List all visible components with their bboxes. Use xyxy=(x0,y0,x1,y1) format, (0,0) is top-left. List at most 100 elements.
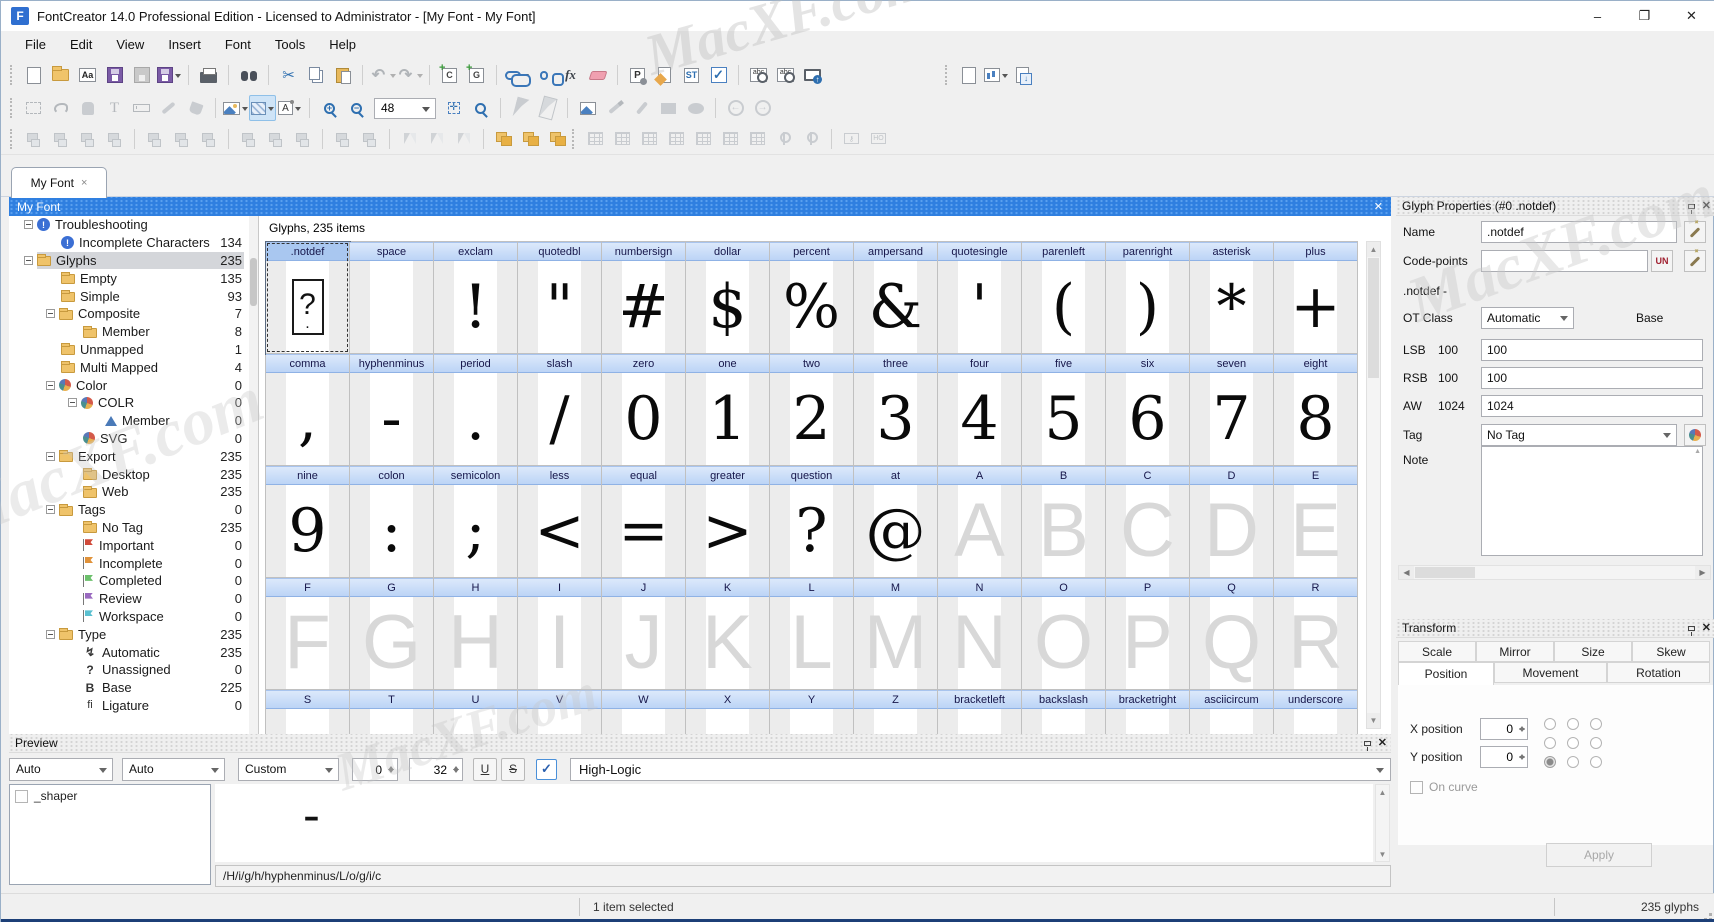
sidebar-item-automatic[interactable]: ↯Automatic235 xyxy=(9,643,258,661)
zoom-level-combo[interactable]: 48 xyxy=(374,98,436,119)
transform-tab-size[interactable]: Size xyxy=(1554,641,1632,662)
sidebar-item-ligature[interactable]: fiLigature0 xyxy=(9,697,258,715)
open-font-icon[interactable] xyxy=(47,62,74,88)
glyph-cell-six[interactable]: six6 xyxy=(1106,354,1190,466)
expander-icon[interactable] xyxy=(46,505,55,514)
codepoints-field[interactable] xyxy=(1481,250,1648,272)
sidebar-item-completed[interactable]: Completed0 xyxy=(9,572,258,590)
anchor-radio-2-2[interactable] xyxy=(1590,756,1602,768)
expander-icon[interactable] xyxy=(46,309,55,318)
contour-mode-icon[interactable] xyxy=(249,95,276,121)
glyph-cell-at[interactable]: at@ xyxy=(854,466,938,578)
save-as-icon[interactable] xyxy=(155,62,182,88)
transform-tab-rotation[interactable]: Rotation xyxy=(1607,662,1710,683)
glyph-cell-J[interactable]: JJ xyxy=(602,578,686,690)
glyph-cell-hyphenminus[interactable]: hyphenminus- xyxy=(350,354,434,466)
glyph-grid-scrollbar[interactable]: ▲ ▼ xyxy=(1366,241,1381,729)
tab-my-font[interactable]: My Font × xyxy=(11,167,107,198)
preview-tracking-spinner[interactable]: 0 xyxy=(352,758,398,781)
glyph-cell-seven[interactable]: seven7 xyxy=(1190,354,1274,466)
substitute-icon[interactable]: ST xyxy=(678,62,705,88)
cut-icon[interactable]: ✂ xyxy=(275,62,302,88)
sidebar-item-tags[interactable]: Tags0 xyxy=(9,501,258,519)
maximize-button[interactable]: ❐ xyxy=(1621,1,1668,31)
intersect-icon[interactable] xyxy=(517,126,544,152)
tag-select[interactable]: No Tag xyxy=(1481,424,1677,446)
glyph-cell-V[interactable]: V xyxy=(518,690,602,734)
add-character-icon[interactable]: C xyxy=(436,62,463,88)
strikeout-button[interactable]: S xyxy=(501,758,525,781)
on-curve-checkbox[interactable] xyxy=(1410,781,1423,794)
union-icon[interactable] xyxy=(490,126,517,152)
web-preview-icon[interactable]: abc xyxy=(772,62,799,88)
eraser-icon[interactable] xyxy=(584,62,611,88)
glyph-cell-comma[interactable]: comma, xyxy=(266,354,350,466)
sidebar-item-type[interactable]: Type235 xyxy=(9,625,258,643)
sidebar-item-empty[interactable]: Empty135 xyxy=(9,269,258,287)
exclude-icon[interactable] xyxy=(544,126,571,152)
glyph-cell-eight[interactable]: eight8 xyxy=(1274,354,1358,466)
sidebar-item-svg[interactable]: SVG0 xyxy=(9,430,258,448)
glyph-cell-plus[interactable]: plus+ xyxy=(1274,242,1358,354)
glyph-cell-quotedbl[interactable]: quotedbl" xyxy=(518,242,602,354)
sidebar-item-composite[interactable]: Composite7 xyxy=(9,305,258,323)
glyph-cell-W[interactable]: W xyxy=(602,690,686,734)
glyph-cell-greater[interactable]: greater> xyxy=(686,466,770,578)
close-panel-icon[interactable]: ✕ xyxy=(1702,621,1711,634)
spin-down-icon[interactable] xyxy=(1519,756,1525,763)
scroll-down-icon[interactable]: ▼ xyxy=(1367,713,1380,728)
scroll-left-icon[interactable]: ◀ xyxy=(1399,566,1414,579)
sidebar-item-colr[interactable]: COLR0 xyxy=(9,394,258,412)
paste-icon[interactable] xyxy=(329,62,356,88)
glyph-cell-F[interactable]: FF xyxy=(266,578,350,690)
preview-features-checkbox[interactable]: ✓ xyxy=(536,759,557,780)
scroll-down-icon[interactable]: ▼ xyxy=(1376,847,1389,861)
sidebar-item-desktop[interactable]: Desktop235 xyxy=(9,465,258,483)
preview-range-select[interactable]: Custom xyxy=(238,758,339,781)
print-icon[interactable] xyxy=(195,62,222,88)
anchor-radio-2-0[interactable] xyxy=(1544,756,1556,768)
note-field[interactable]: ▲ xyxy=(1481,446,1703,556)
glyph-cell-space[interactable]: space xyxy=(350,242,434,354)
glyph-cell-R[interactable]: RR xyxy=(1274,578,1358,690)
glyph-cell-O[interactable]: OO xyxy=(1022,578,1106,690)
glyph-cell-two[interactable]: two2 xyxy=(770,354,854,466)
glyph-cell-less[interactable]: less< xyxy=(518,466,602,578)
expander-icon[interactable] xyxy=(24,220,33,229)
glyph-cell-S[interactable]: S xyxy=(266,690,350,734)
unicode-button[interactable]: UN xyxy=(1651,250,1673,272)
sidebar-item-member[interactable]: Member0 xyxy=(9,412,258,430)
y-position-spinner[interactable]: 0 xyxy=(1480,746,1528,768)
unlink-icon[interactable] xyxy=(530,62,557,88)
scroll-right-icon[interactable]: ▶ xyxy=(1695,566,1710,579)
edit-glyph-icon[interactable] xyxy=(651,62,678,88)
anchor-radio-0-2[interactable] xyxy=(1590,718,1602,730)
font-properties-icon[interactable]: Aa xyxy=(74,62,101,88)
close-panel-icon[interactable]: ✕ xyxy=(1378,736,1387,749)
menu-tools[interactable]: Tools xyxy=(263,34,317,55)
menu-view[interactable]: View xyxy=(104,34,156,55)
sidebar-item-incomplete-characters[interactable]: !Incomplete Characters134 xyxy=(9,234,258,252)
sidebar-item-export[interactable]: Export235 xyxy=(9,447,258,465)
close-button[interactable]: ✕ xyxy=(1668,1,1714,31)
glyph-cell-asciicircum[interactable]: asciicircum xyxy=(1190,690,1274,734)
new-window-icon[interactable] xyxy=(955,62,982,88)
glyph-cell-C[interactable]: CC xyxy=(1106,466,1190,578)
insert-image-icon[interactable] xyxy=(574,95,601,121)
glyph-cell-B[interactable]: BB xyxy=(1022,466,1106,578)
sidebar-item-incomplete[interactable]: Incomplete0 xyxy=(9,554,258,572)
glyph-cell-nine[interactable]: nine9 xyxy=(266,466,350,578)
properties-hscrollbar[interactable]: ◀ ▶ xyxy=(1398,565,1711,580)
glyph-cell-M[interactable]: MM xyxy=(854,578,938,690)
glyph-cell-parenright[interactable]: parenright) xyxy=(1106,242,1190,354)
expander-icon[interactable] xyxy=(68,398,77,407)
glyph-cell-.notdef[interactable]: .notdef?. xyxy=(266,242,350,354)
sidebar-item-review[interactable]: Review0 xyxy=(9,590,258,608)
transform-tab-mirror[interactable]: Mirror xyxy=(1476,641,1554,662)
save-icon[interactable] xyxy=(101,62,128,88)
shaper-checkbox[interactable] xyxy=(15,790,28,803)
quick-test-icon[interactable] xyxy=(799,62,826,88)
new-font-icon[interactable] xyxy=(20,62,47,88)
glyph-cell-parenleft[interactable]: parenleft( xyxy=(1022,242,1106,354)
tag-color-button[interactable] xyxy=(1684,424,1706,446)
